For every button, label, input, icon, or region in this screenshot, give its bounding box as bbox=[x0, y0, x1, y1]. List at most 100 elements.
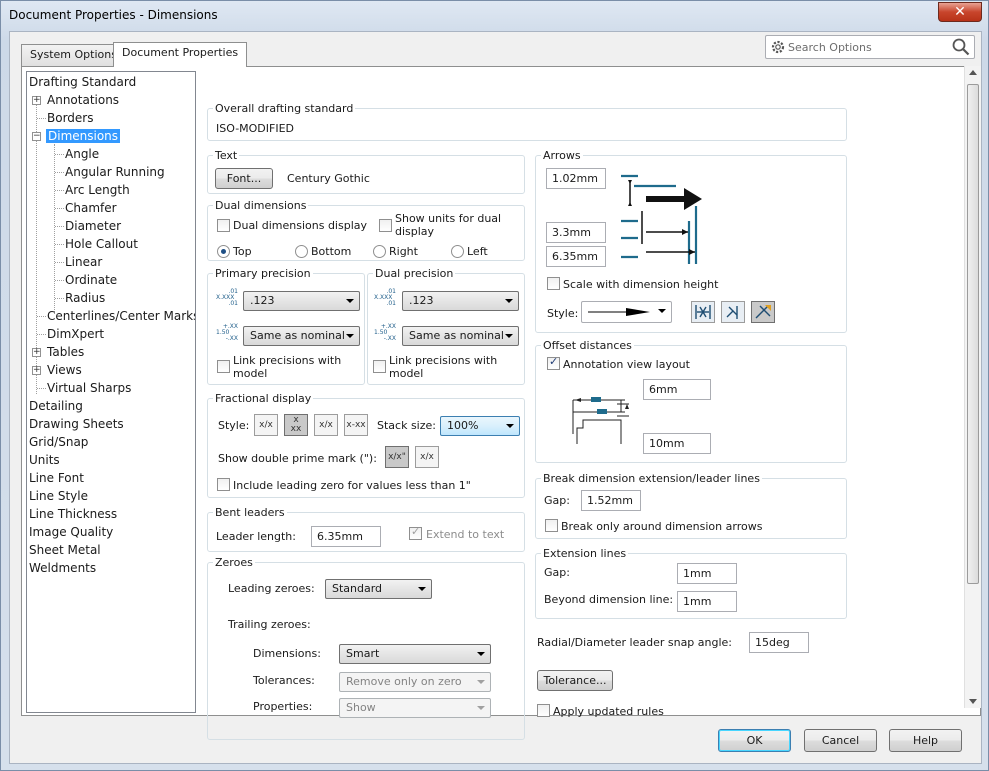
tree-item-linear[interactable]: Linear bbox=[65, 254, 102, 271]
arrows-inside-icon[interactable] bbox=[691, 301, 715, 323]
bottom-radio[interactable] bbox=[295, 245, 308, 258]
tree-item-hole-callout[interactable]: Hole Callout bbox=[65, 236, 138, 253]
trailing-properties-select[interactable]: Show bbox=[339, 698, 491, 718]
annotation-view-layout-checkbox[interactable] bbox=[547, 355, 560, 370]
dual-tolerance-select[interactable]: Same as nominal bbox=[402, 326, 519, 346]
tree-item-dimensions[interactable]: Dimensions bbox=[46, 128, 121, 145]
trailing-tolerances-select[interactable]: Remove only on zero bbox=[339, 672, 491, 692]
apply-updated-rules-checkbox[interactable] bbox=[537, 704, 550, 717]
tree-item-radius[interactable]: Radius bbox=[65, 290, 105, 307]
tree-item-borders[interactable]: Borders bbox=[47, 110, 93, 127]
precision-tolerance-icon: +.XX 1.50 -.XX bbox=[216, 323, 238, 342]
tree-item-diameter[interactable]: Diameter bbox=[65, 218, 121, 235]
trailing-dimensions-select[interactable]: Smart bbox=[339, 644, 491, 664]
leading-zeroes-select[interactable]: Standard bbox=[325, 579, 432, 599]
tree-item-sheet-metal[interactable]: Sheet Metal bbox=[29, 542, 101, 559]
tree-item-centerlines[interactable]: Centerlines/Center Marks bbox=[47, 308, 195, 325]
panel-scrollbar[interactable] bbox=[964, 66, 981, 708]
fraction-style-stacked-icon[interactable]: x xx bbox=[284, 414, 308, 436]
annotation-view-layout-label: Annotation view layout bbox=[563, 358, 690, 371]
scale-with-height-checkbox[interactable] bbox=[547, 277, 560, 290]
double-prime-on-icon[interactable]: x/x" bbox=[385, 446, 409, 468]
tree-item-image-quality[interactable]: Image Quality bbox=[29, 524, 113, 541]
tree-item-drafting-standard[interactable]: Drafting Standard bbox=[29, 74, 136, 91]
expand-icon[interactable]: + bbox=[32, 348, 41, 357]
break-gap-input[interactable]: 1.52mm bbox=[581, 490, 641, 511]
tree-item-drawing-sheets[interactable]: Drawing Sheets bbox=[29, 416, 124, 433]
tree-item-dimxpert[interactable]: DimXpert bbox=[47, 326, 104, 343]
stack-size-select[interactable]: 100% bbox=[440, 416, 520, 436]
drafting-standard-value: ISO-MODIFIED bbox=[216, 122, 295, 135]
left-radio[interactable] bbox=[451, 245, 464, 258]
tree-guide bbox=[55, 226, 64, 227]
top-radio[interactable] bbox=[217, 245, 230, 258]
gear-icon[interactable] bbox=[770, 39, 786, 55]
primary-precision-select[interactable]: .123 bbox=[243, 291, 360, 311]
collapse-icon[interactable]: − bbox=[32, 132, 41, 141]
show-units-checkbox[interactable] bbox=[379, 219, 392, 232]
arrow-size-1-input[interactable]: 1.02mm bbox=[546, 168, 606, 189]
scroll-thumb[interactable] bbox=[967, 84, 979, 584]
trailing-properties-label: Properties: bbox=[253, 700, 313, 713]
right-radio[interactable] bbox=[373, 245, 386, 258]
arrows-outside-icon[interactable] bbox=[721, 301, 745, 323]
tab-document-properties[interactable]: Document Properties bbox=[113, 42, 248, 67]
dual-link-checkbox[interactable] bbox=[373, 360, 386, 373]
offset-distance-2-input[interactable]: 10mm bbox=[643, 433, 711, 454]
tree-item-annotations[interactable]: Annotations bbox=[47, 92, 119, 109]
extension-gap-input[interactable]: 1mm bbox=[677, 563, 737, 584]
tree-item-chamfer[interactable]: Chamfer bbox=[65, 200, 117, 217]
extend-to-text-checkbox[interactable] bbox=[409, 525, 422, 540]
scale-with-height-label: Scale with dimension height bbox=[563, 278, 719, 291]
help-button[interactable]: Help bbox=[889, 729, 962, 752]
cancel-button[interactable]: Cancel bbox=[804, 729, 877, 752]
tree-item-arc-length[interactable]: Arc Length bbox=[65, 182, 130, 199]
expand-icon[interactable]: + bbox=[32, 366, 41, 375]
tree-item-grid-snap[interactable]: Grid/Snap bbox=[29, 434, 88, 451]
tolerance-button[interactable]: Tolerance... bbox=[537, 670, 613, 691]
dual-display-checkbox[interactable] bbox=[217, 219, 230, 232]
tree-item-views[interactable]: Views bbox=[47, 362, 82, 379]
tree-item-virtual-sharps[interactable]: Virtual Sharps bbox=[47, 380, 131, 397]
tree-guide bbox=[55, 190, 64, 191]
leader-length-input[interactable]: 6.35mm bbox=[311, 526, 381, 547]
tree-item-angle[interactable]: Angle bbox=[65, 146, 99, 163]
arrows-smart-icon[interactable] bbox=[751, 301, 775, 323]
tree-item-units[interactable]: Units bbox=[29, 452, 60, 469]
tree-item-detailing[interactable]: Detailing bbox=[29, 398, 83, 415]
beyond-dimension-input[interactable]: 1mm bbox=[677, 591, 737, 612]
tree-item-angular-running[interactable]: Angular Running bbox=[65, 164, 165, 181]
search-icon[interactable] bbox=[952, 38, 970, 56]
tree-item-weldments[interactable]: Weldments bbox=[29, 560, 96, 577]
scroll-down-icon[interactable] bbox=[969, 699, 977, 704]
close-button[interactable]: ✕ bbox=[938, 2, 982, 22]
tree-guide bbox=[37, 388, 46, 389]
expand-icon[interactable]: + bbox=[32, 96, 41, 105]
primary-link-checkbox[interactable] bbox=[217, 360, 230, 373]
dual-precision-select[interactable]: .123 bbox=[402, 291, 519, 311]
tree-item-line-font[interactable]: Line Font bbox=[29, 470, 84, 487]
scroll-up-icon[interactable] bbox=[969, 70, 977, 75]
tree-item-ordinate[interactable]: Ordinate bbox=[65, 272, 117, 289]
primary-tolerance-select[interactable]: Same as nominal bbox=[243, 326, 360, 346]
title-bar[interactable]: Document Properties - Dimensions ✕ bbox=[1, 1, 989, 31]
fraction-style-dash-icon[interactable]: x-xx bbox=[344, 414, 368, 436]
ok-button[interactable]: OK bbox=[718, 729, 791, 752]
tab-system-options[interactable]: System Options bbox=[21, 44, 126, 66]
fraction-style-diagonal-icon[interactable]: x/x bbox=[314, 414, 338, 436]
arrow-style-select[interactable] bbox=[581, 301, 672, 323]
snap-angle-input[interactable]: 15deg bbox=[749, 632, 809, 653]
tree-item-tables[interactable]: Tables bbox=[47, 344, 84, 361]
tree-item-line-style[interactable]: Line Style bbox=[29, 488, 88, 505]
arrow-size-2-input[interactable]: 3.3mm bbox=[546, 222, 606, 243]
leading-zero-checkbox[interactable] bbox=[217, 478, 230, 491]
arrow-size-3-input[interactable]: 6.35mm bbox=[546, 246, 606, 267]
break-only-arrows-checkbox[interactable] bbox=[545, 519, 558, 532]
offset-distance-1-input[interactable]: 6mm bbox=[643, 379, 711, 400]
double-prime-off-icon[interactable]: x/x bbox=[415, 446, 439, 468]
options-tree[interactable]: Drafting Standard + Annotations Borders … bbox=[26, 71, 196, 713]
font-button[interactable]: Font... bbox=[215, 168, 273, 189]
fraction-style-slash-icon[interactable]: x/x bbox=[254, 414, 278, 436]
search-options-input[interactable]: Search Options bbox=[765, 35, 975, 59]
tree-item-line-thickness[interactable]: Line Thickness bbox=[29, 506, 117, 523]
